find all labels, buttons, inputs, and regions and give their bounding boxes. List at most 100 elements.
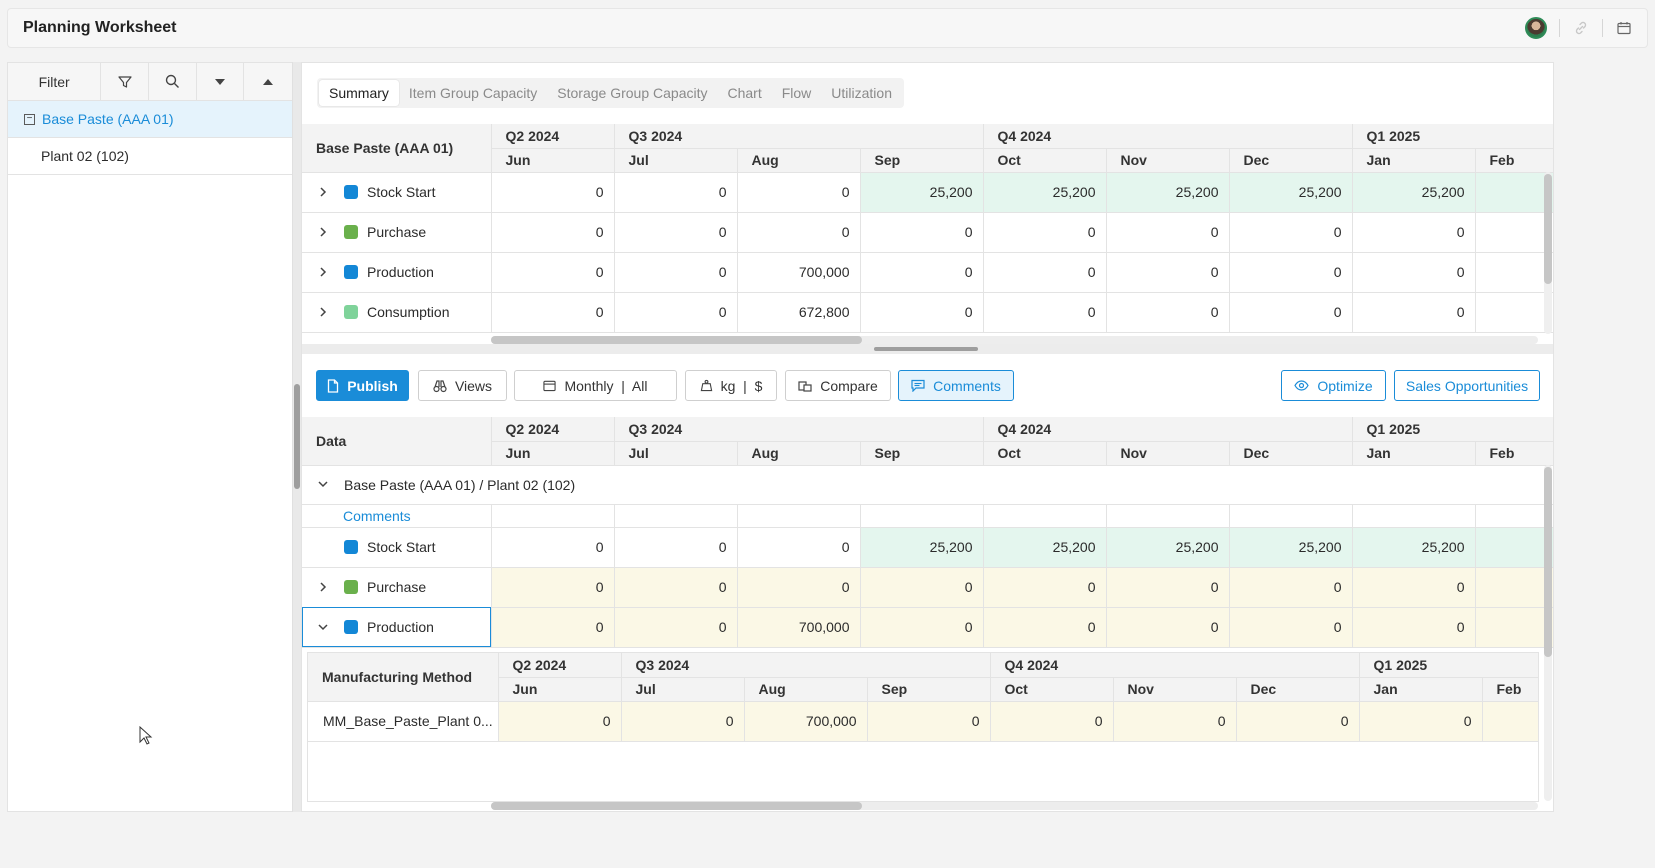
scroll-thumb[interactable] bbox=[1544, 174, 1552, 284]
value-cell[interactable]: 0 bbox=[614, 607, 738, 648]
comments-link[interactable]: Comments bbox=[302, 504, 492, 528]
row-production[interactable]: Production 0 0 700,000 0 0 0 0 0 bbox=[302, 252, 1553, 293]
value-cell[interactable] bbox=[1475, 567, 1553, 608]
value-cell[interactable]: 0 bbox=[621, 701, 745, 742]
row-purchase[interactable]: Purchase 0 0 0 0 0 0 0 0 bbox=[302, 212, 1553, 253]
value-cell[interactable]: 0 bbox=[860, 607, 984, 648]
row-label-cell[interactable]: Purchase bbox=[302, 567, 492, 608]
collapse-box-icon[interactable]: − bbox=[24, 113, 35, 125]
comment-cell[interactable] bbox=[1352, 504, 1476, 528]
value-cell[interactable]: 700,000 bbox=[737, 252, 861, 293]
value-cell[interactable] bbox=[1475, 172, 1553, 213]
value-cell[interactable]: 0 bbox=[1106, 212, 1230, 253]
value-cell[interactable] bbox=[1475, 607, 1553, 648]
link-icon[interactable] bbox=[1572, 19, 1590, 37]
tab-flow[interactable]: Flow bbox=[772, 80, 822, 106]
value-cell[interactable]: 0 bbox=[1352, 212, 1476, 253]
value-cell[interactable]: 0 bbox=[614, 252, 738, 293]
expand-all-icon[interactable] bbox=[197, 63, 245, 100]
value-cell[interactable]: 700,000 bbox=[737, 607, 861, 648]
splitter-grip[interactable] bbox=[874, 347, 978, 351]
row-label-cell[interactable]: Stock Start bbox=[302, 172, 492, 213]
value-cell[interactable]: 25,200 bbox=[1106, 172, 1230, 213]
summary-hscrollbar[interactable] bbox=[491, 336, 1538, 344]
value-cell[interactable]: 0 bbox=[614, 212, 738, 253]
tab-utilization[interactable]: Utilization bbox=[821, 80, 902, 106]
chevron-right-icon[interactable] bbox=[316, 187, 330, 197]
value-cell[interactable]: 0 bbox=[1229, 292, 1353, 333]
row-label-cell[interactable]: Consumption bbox=[302, 292, 492, 333]
value-cell[interactable]: 0 bbox=[860, 567, 984, 608]
publish-button[interactable]: Publish bbox=[316, 370, 409, 401]
value-cell[interactable]: 0 bbox=[1352, 567, 1476, 608]
comments-button[interactable]: Comments bbox=[898, 370, 1014, 401]
row-stock-start[interactable]: Stock Start 0 0 0 25,200 25,200 25,200 25,200 25… bbox=[302, 527, 1553, 568]
tab-summary[interactable]: Summary bbox=[319, 80, 399, 106]
value-cell[interactable]: 672,800 bbox=[737, 292, 861, 333]
comment-cell[interactable] bbox=[491, 504, 615, 528]
value-cell[interactable]: 25,200 bbox=[1229, 527, 1353, 568]
value-cell[interactable]: 0 bbox=[491, 567, 615, 608]
value-cell[interactable]: 0 bbox=[1106, 292, 1230, 333]
units-selector[interactable]: kg | $ bbox=[685, 370, 777, 401]
views-button[interactable]: Views bbox=[418, 370, 507, 401]
tree-item-base-paste[interactable]: − Base Paste (AAA 01) bbox=[8, 101, 292, 138]
collapse-all-icon[interactable] bbox=[244, 63, 292, 100]
calendar-icon[interactable] bbox=[1615, 19, 1633, 37]
value-cell[interactable]: 0 bbox=[614, 567, 738, 608]
value-cell[interactable]: 25,200 bbox=[1352, 172, 1476, 213]
value-cell[interactable]: 0 bbox=[614, 527, 738, 568]
value-cell[interactable]: 0 bbox=[614, 292, 738, 333]
chevron-down-icon[interactable] bbox=[316, 623, 330, 631]
value-cell[interactable]: 0 bbox=[867, 701, 991, 742]
value-cell[interactable] bbox=[1475, 527, 1553, 568]
value-cell[interactable]: 0 bbox=[614, 172, 738, 213]
value-cell[interactable]: 0 bbox=[1352, 252, 1476, 293]
value-cell[interactable]: 25,200 bbox=[1106, 527, 1230, 568]
row-label-cell[interactable]: Stock Start bbox=[302, 527, 492, 568]
comment-cell[interactable] bbox=[983, 504, 1107, 528]
chevron-right-icon[interactable] bbox=[316, 582, 330, 592]
value-cell[interactable]: 0 bbox=[860, 252, 984, 293]
row-label-cell[interactable]: Production bbox=[302, 607, 492, 648]
value-cell[interactable]: 0 bbox=[1352, 607, 1476, 648]
value-cell[interactable]: 0 bbox=[1106, 607, 1230, 648]
value-cell[interactable]: 0 bbox=[983, 252, 1107, 293]
value-cell[interactable]: 0 bbox=[860, 292, 984, 333]
panel-splitter[interactable] bbox=[292, 62, 301, 812]
value-cell[interactable]: 0 bbox=[491, 252, 615, 293]
value-cell[interactable]: 0 bbox=[983, 292, 1107, 333]
tree-item-plant[interactable]: Plant 02 (102) bbox=[8, 138, 292, 175]
row-consumption[interactable]: Consumption 0 0 672,800 0 0 0 0 0 bbox=[302, 292, 1553, 333]
grid-splitter[interactable] bbox=[302, 344, 1553, 354]
value-cell[interactable]: 25,200 bbox=[983, 172, 1107, 213]
value-cell[interactable]: 0 bbox=[737, 527, 861, 568]
value-cell[interactable]: 25,200 bbox=[1352, 527, 1476, 568]
chevron-right-icon[interactable] bbox=[316, 267, 330, 277]
group-row[interactable]: Base Paste (AAA 01) / Plant 02 (102) bbox=[302, 465, 1553, 505]
value-cell[interactable]: 0 bbox=[1236, 701, 1360, 742]
value-cell[interactable]: 0 bbox=[1106, 567, 1230, 608]
optimize-button[interactable]: Optimize bbox=[1281, 370, 1386, 401]
value-cell[interactable]: 25,200 bbox=[983, 527, 1107, 568]
splitter-grip[interactable] bbox=[294, 384, 300, 489]
value-cell[interactable]: 0 bbox=[737, 212, 861, 253]
comment-cell[interactable] bbox=[614, 504, 738, 528]
comment-cell[interactable] bbox=[1229, 504, 1353, 528]
value-cell[interactable]: 0 bbox=[737, 567, 861, 608]
tab-storage-group-capacity[interactable]: Storage Group Capacity bbox=[547, 80, 717, 106]
value-cell[interactable]: 0 bbox=[1106, 252, 1230, 293]
value-cell[interactable]: 0 bbox=[1229, 212, 1353, 253]
manufacturing-method-row[interactable]: MM_Base_Paste_Plant 0... 0 0 700,000 0 0 0 0 0 bbox=[308, 701, 1538, 742]
row-label-cell[interactable]: Production bbox=[302, 252, 492, 293]
funnel-icon[interactable] bbox=[101, 63, 150, 100]
comment-cell[interactable] bbox=[737, 504, 861, 528]
value-cell[interactable]: 0 bbox=[983, 567, 1107, 608]
search-icon[interactable] bbox=[149, 63, 197, 100]
comment-cell[interactable] bbox=[860, 504, 984, 528]
value-cell[interactable]: 0 bbox=[491, 292, 615, 333]
comment-cell[interactable] bbox=[1475, 504, 1553, 528]
chevron-right-icon[interactable] bbox=[316, 227, 330, 237]
scroll-thumb[interactable] bbox=[1544, 467, 1552, 657]
value-cell[interactable]: 0 bbox=[1229, 607, 1353, 648]
